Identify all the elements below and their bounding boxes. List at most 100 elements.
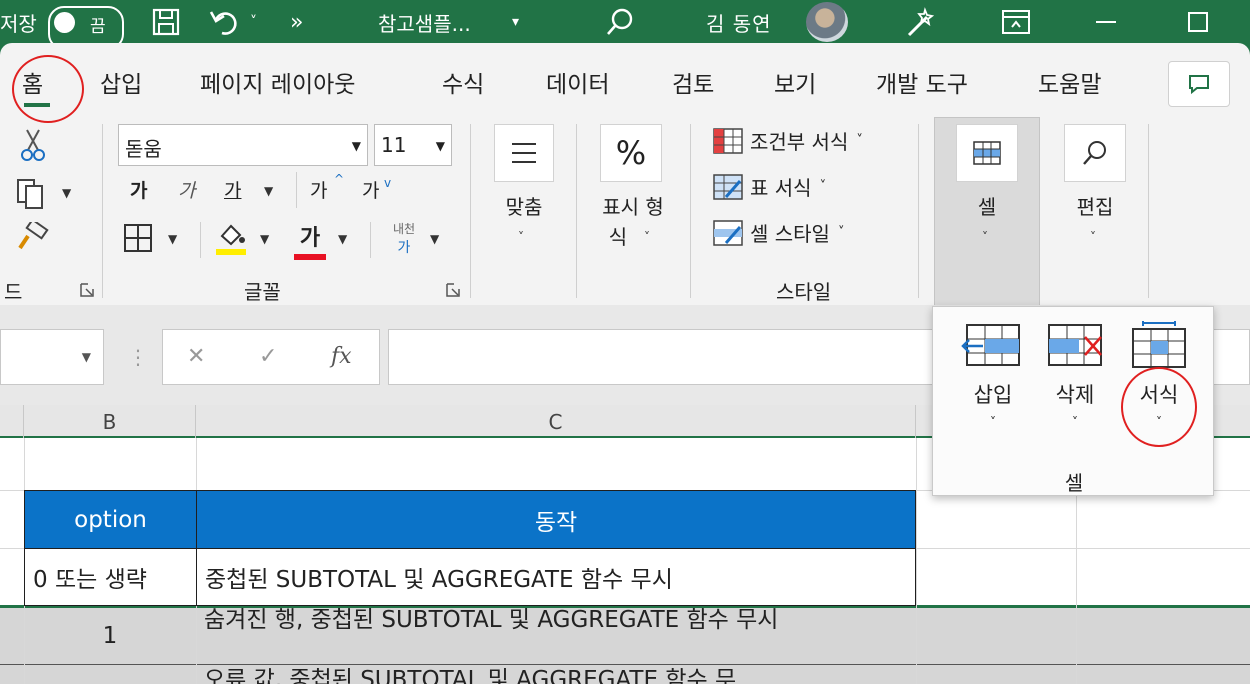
number-format-label-line1[interactable]: 표시 형	[588, 192, 678, 222]
bold-button[interactable]: 가	[130, 176, 147, 203]
delete-cells-label: 삭제	[1055, 383, 1095, 407]
tab-data[interactable]: 데이터	[546, 65, 609, 99]
avatar[interactable]	[806, 2, 848, 42]
grow-arrow-icon: ^	[334, 172, 345, 186]
table-cell[interactable]: 1	[24, 608, 196, 664]
tab-help[interactable]: 도움말	[1038, 65, 1101, 99]
insert-cells-label: 삽입	[973, 383, 1013, 407]
clipboard-launcher-icon[interactable]	[80, 282, 94, 297]
cell-styles-button[interactable]: 셀 스타일 ˅	[712, 218, 844, 247]
magnifier-icon	[1083, 141, 1106, 165]
table-cell[interactable]: 숨겨진 행, 중첩된 SUBTOTAL 및 AGGREGATE 함수 무시	[196, 602, 916, 664]
group-separator	[200, 222, 201, 258]
copy-icon[interactable]	[16, 176, 48, 214]
splitter-handle-icon[interactable]: ⋮	[128, 345, 148, 369]
underline-button[interactable]: 가	[224, 176, 241, 203]
group-separator	[1148, 124, 1149, 298]
wrapped-cell-text: 숨겨진 행, 중첩된 SUBTOTAL 및 AGGREGATE 함수 무시	[204, 607, 779, 633]
column-header-b[interactable]: B	[24, 405, 196, 438]
shrink-font-button[interactable]: 가	[362, 176, 379, 203]
cancel-icon[interactable]: ✕	[187, 344, 205, 369]
borders-dropdown-icon[interactable]: ▼	[168, 232, 177, 246]
format-painter-icon[interactable]	[16, 218, 50, 258]
comments-button[interactable]	[1168, 61, 1230, 107]
phonetic-guide-icon[interactable]: 내천 가	[384, 220, 424, 257]
undo-dropdown-icon[interactable]: ˅	[250, 0, 257, 44]
insert-function-icon[interactable]: fx	[331, 344, 352, 369]
insert-cells-icon	[961, 324, 1020, 366]
cells-icon	[973, 141, 1001, 165]
group-separator	[690, 124, 691, 298]
fill-color-icon[interactable]	[214, 220, 248, 260]
enter-icon[interactable]: ✓	[259, 344, 277, 369]
tab-view[interactable]: 보기	[774, 65, 816, 99]
search-icon[interactable]	[604, 0, 636, 44]
ribbon-display-icon[interactable]	[1000, 0, 1032, 44]
font-group-label: 글꼴	[244, 280, 281, 304]
tab-developer[interactable]: 개발 도구	[876, 65, 968, 99]
cells-label[interactable]: 셀	[956, 192, 1018, 222]
format-as-table-button[interactable]: 표 서식 ˅	[712, 172, 826, 201]
phonetic-bottom-text: 가	[397, 240, 411, 256]
editing-button[interactable]	[1064, 124, 1126, 182]
more-commands-icon[interactable]: »	[290, 0, 303, 44]
column-header-c[interactable]: C	[196, 405, 916, 438]
group-separator	[296, 172, 297, 208]
cells-icon-button[interactable]	[956, 124, 1018, 182]
column-header-a[interactable]	[0, 405, 24, 438]
formula-buttons: ✕ ✓ fx	[162, 329, 380, 385]
underline-dropdown-icon[interactable]: ▼	[264, 184, 273, 198]
cut-icon[interactable]	[20, 128, 46, 166]
italic-button[interactable]: 가	[178, 176, 195, 203]
editing-dropdown-icon[interactable]: ˅	[1090, 230, 1096, 244]
table-header-option[interactable]: option	[24, 490, 197, 549]
undo-icon[interactable]	[208, 0, 244, 44]
table-cell[interactable]: 0 또는 생략	[24, 548, 197, 606]
tab-review[interactable]: 검토	[672, 65, 714, 99]
cells-dropdown-icon[interactable]: ˅	[982, 230, 988, 244]
copy-dropdown-icon[interactable]: ▼	[62, 186, 71, 200]
font-color-dropdown-icon[interactable]: ▼	[338, 232, 347, 246]
delete-cells-button[interactable]: 삭제 ˅	[1035, 321, 1115, 429]
document-title[interactable]: 참고샘플...	[378, 0, 471, 44]
tab-formulas[interactable]: 수식	[442, 65, 484, 99]
magic-wand-icon[interactable]	[903, 0, 939, 44]
conditional-formatting-button[interactable]: 조건부 서식 ˅	[712, 126, 863, 155]
title-dropdown-icon[interactable]: ▾	[512, 0, 519, 44]
font-size-value: 11	[381, 133, 407, 157]
conditional-format-icon	[713, 127, 743, 154]
tab-insert[interactable]: 삽입	[100, 65, 142, 99]
group-separator	[918, 124, 919, 298]
phonetic-dropdown-icon[interactable]: ▼	[430, 232, 439, 246]
font-launcher-icon[interactable]	[446, 282, 460, 297]
number-format-button[interactable]: %	[600, 124, 662, 182]
font-color-glyph: 가	[299, 226, 321, 251]
font-size-select[interactable]: 11 ▼	[374, 124, 452, 166]
group-separator	[470, 124, 471, 298]
maximize-button[interactable]	[1180, 0, 1216, 44]
table-cell[interactable]: 중첩된 SUBTOTAL 및 AGGREGATE 함수 무시	[196, 548, 916, 606]
clipboard-group-label: 드	[4, 280, 23, 304]
chevron-down-icon: ˅	[837, 225, 845, 240]
phonetic-top-text: 내천	[392, 222, 416, 236]
minimize-button[interactable]	[1088, 0, 1124, 44]
grow-font-button[interactable]: 가	[310, 176, 327, 203]
font-color-icon[interactable]: 가	[294, 220, 326, 260]
number-format-dropdown-icon[interactable]: ˅	[644, 230, 650, 244]
insert-cells-button[interactable]: 삽입 ˅	[953, 321, 1033, 429]
alignment-label[interactable]: 맞춤	[490, 192, 558, 222]
font-name-select[interactable]: 돋움 ▼	[118, 124, 368, 166]
editing-label[interactable]: 편집	[1060, 192, 1130, 222]
borders-icon[interactable]	[122, 222, 154, 258]
alignment-dropdown-icon[interactable]: ˅	[518, 230, 524, 244]
table-header-action[interactable]: 동작	[196, 490, 916, 549]
fill-color-dropdown-icon[interactable]: ▼	[260, 232, 269, 246]
name-box[interactable]: ▼	[0, 329, 104, 385]
percent-icon: %	[615, 134, 647, 172]
tab-page-layout[interactable]: 페이지 레이아웃	[200, 65, 355, 99]
number-format-label-line2[interactable]: 식	[606, 222, 630, 252]
table-cell[interactable]: 오류 값, 중첩된 SUBTOTAL 및 AGGREGATE 함수 무	[196, 662, 916, 684]
user-name[interactable]: 김 동연	[706, 0, 772, 44]
alignment-button[interactable]	[494, 124, 554, 182]
save-icon[interactable]	[150, 0, 182, 44]
